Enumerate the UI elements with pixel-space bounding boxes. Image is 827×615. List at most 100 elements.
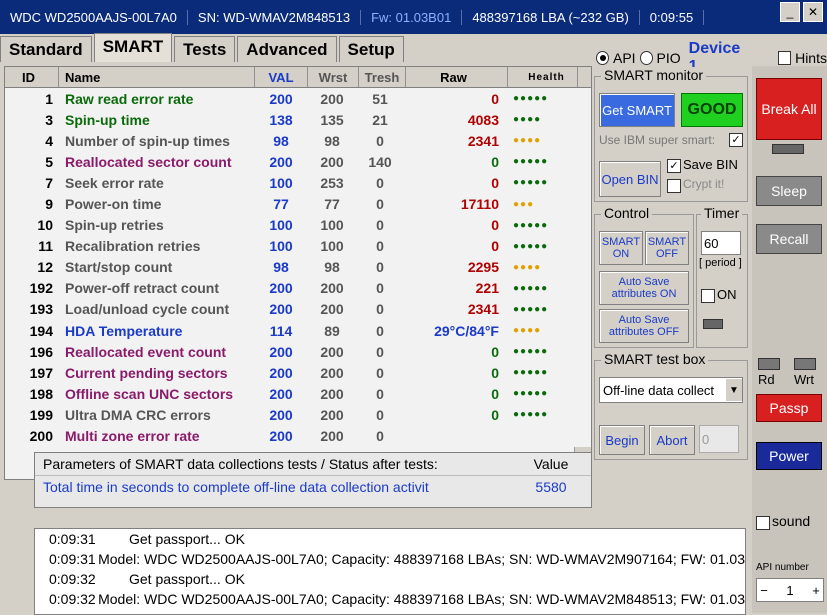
table-row[interactable]: 9 Power-on time 77 77 0 17110 ●●●: [5, 193, 591, 214]
table-row[interactable]: 198 Offline scan UNC sectors 200 200 0 0 ●●●●●: [5, 383, 591, 404]
attr-id: 7: [45, 174, 53, 191]
attr-val: 200: [269, 280, 293, 297]
attr-worst: 135: [320, 111, 344, 128]
timer-group: Timer 60 [ period ] ON: [696, 205, 748, 348]
pio-radio[interactable]: [639, 51, 653, 65]
break-all-button[interactable]: Break All: [756, 78, 822, 140]
attr-threshold: 140: [368, 153, 392, 170]
header-raw[interactable]: Raw: [406, 67, 508, 87]
close-icon[interactable]: ✕: [803, 2, 823, 22]
header-val[interactable]: VAL: [255, 67, 308, 87]
timer-period-label: [ period ]: [699, 257, 742, 269]
log-line: 0:09:31 Get passport... OK: [35, 529, 745, 549]
attr-threshold: 0: [376, 301, 384, 318]
tab-standard[interactable]: Standard: [0, 36, 92, 62]
chevron-down-icon[interactable]: ▼: [726, 379, 742, 401]
attr-val: 200: [269, 428, 293, 445]
attr-raw: 0: [491, 217, 499, 234]
autosave-on-button[interactable]: Auto Save attributes ON: [599, 271, 689, 305]
api-number-stepper[interactable]: − 1 +: [756, 578, 824, 602]
table-row[interactable]: 194 HDA Temperature 114 89 0 29°C/84°F ●●●●: [5, 320, 591, 341]
api-number-label: API number: [756, 562, 809, 573]
table-row[interactable]: 12 Start/stop count 98 98 0 2295 ●●●●: [5, 257, 591, 278]
tab-tests[interactable]: Tests: [174, 36, 236, 62]
power-button[interactable]: Power: [756, 442, 822, 470]
api-label: API: [612, 50, 636, 66]
attr-raw: 17110: [460, 196, 499, 213]
table-row[interactable]: 193 Load/unload cycle count 200 200 0 2341 ●●●…: [5, 299, 591, 320]
tab-advanced[interactable]: Advanced: [237, 36, 337, 62]
table-row[interactable]: 196 Reallocated event count 200 200 0 0 ●●●●●: [5, 341, 591, 362]
api-radio[interactable]: [596, 51, 609, 65]
ibm-smart-checkbox[interactable]: ✓: [729, 133, 743, 147]
drive-serial: SN: WD-WMAV2M848513: [188, 9, 362, 25]
wrt-label: Wrt: [794, 372, 814, 387]
attr-val: 100: [269, 238, 293, 255]
log-time: 0:09:32: [49, 571, 96, 587]
hints-label: Hints: [795, 50, 827, 66]
table-row[interactable]: 197 Current pending sectors 200 200 0 0 ●●●●●: [5, 362, 591, 383]
header-wrst[interactable]: Wrst: [308, 67, 359, 87]
attr-id: 200: [29, 428, 53, 445]
header-id[interactable]: ID: [5, 67, 59, 87]
log-line: 0:09:32 Model: WDC WD2500AAJS-00L7A0; Cap…: [35, 589, 745, 609]
table-row[interactable]: 200 Multi zone error rate 200 200 0: [5, 426, 591, 447]
clock: 0:09:55: [640, 9, 705, 25]
table-row[interactable]: 199 Ultra DMA CRC errors 200 200 0 0 ●●●●●: [5, 404, 591, 425]
attr-id: 11: [38, 238, 53, 255]
attr-worst: 200: [320, 280, 344, 297]
plus-icon[interactable]: +: [809, 583, 823, 598]
hints-checkbox[interactable]: [778, 51, 792, 65]
table-row[interactable]: 1 Raw read error rate 200 200 51 0 ●●●●●: [5, 88, 591, 109]
table-row[interactable]: 5 Reallocated sector count 200 200 140 0 ●●●●●: [5, 151, 591, 172]
header-health[interactable]: Health: [508, 67, 578, 87]
minimize-icon[interactable]: _: [780, 2, 800, 22]
header-tresh[interactable]: Tresh: [359, 67, 406, 87]
attr-threshold: 0: [376, 428, 384, 445]
table-row[interactable]: 4 Number of spin-up times 98 98 0 2341 ●●●●: [5, 130, 591, 151]
params-row[interactable]: Total time in seconds to complete off-li…: [35, 476, 591, 498]
smart-on-button[interactable]: SMART ON: [599, 231, 643, 265]
autosave-off-button[interactable]: Auto Save attributes OFF: [599, 309, 689, 343]
table-row[interactable]: 10 Spin-up retries 100 100 0 0 ●●●●●: [5, 215, 591, 236]
attr-worst: 98: [324, 132, 340, 149]
attr-health: ●●●●●: [513, 409, 549, 421]
timer-input[interactable]: 60: [701, 231, 741, 255]
sound-checkbox[interactable]: [756, 516, 770, 530]
sleep-button[interactable]: Sleep: [756, 176, 822, 206]
sound-label: sound: [772, 513, 811, 529]
attr-health: ●●●●●: [513, 156, 549, 168]
tab-smart[interactable]: SMART: [93, 33, 173, 62]
passp-button[interactable]: Passp: [756, 394, 822, 422]
log-text: Get passport... OK: [129, 531, 245, 547]
log-text: Model: WDC WD2500AAJS-00L7A0; Capacity: …: [98, 551, 745, 567]
timer-on-checkbox[interactable]: [701, 289, 715, 303]
test-type-select[interactable]: Off-line data collect ▼: [599, 377, 743, 403]
attr-worst: 98: [324, 259, 340, 276]
minus-icon[interactable]: −: [757, 583, 771, 598]
api-number-value: 1: [786, 582, 794, 598]
attr-raw: 0: [491, 238, 499, 255]
test-count-field: 0: [699, 425, 739, 453]
attr-raw: 0: [491, 406, 499, 423]
smart-off-button[interactable]: SMART OFF: [645, 231, 689, 265]
header-name[interactable]: Name: [59, 67, 255, 87]
event-log[interactable]: 0:09:31 Get passport... OK 0:09:31 Model: W…: [34, 528, 746, 615]
table-row[interactable]: 7 Seek error rate 100 253 0 0 ●●●●●: [5, 172, 591, 193]
begin-button[interactable]: Begin: [599, 425, 645, 455]
get-smart-button[interactable]: Get SMART: [599, 93, 675, 127]
save-bin-checkbox[interactable]: ✓: [667, 159, 681, 173]
recall-button[interactable]: Recall: [756, 224, 822, 254]
attr-name: Reallocated event count: [65, 343, 227, 360]
tab-setup[interactable]: Setup: [338, 36, 404, 62]
table-row[interactable]: 3 Spin-up time 138 135 21 4083 ●●●●: [5, 109, 591, 130]
abort-button[interactable]: Abort: [649, 425, 695, 455]
table-row[interactable]: 11 Recalibration retries 100 100 0 0 ●●●●●: [5, 236, 591, 257]
attr-id: 10: [37, 217, 53, 234]
open-bin-button[interactable]: Open BIN: [599, 161, 661, 197]
attr-name: Multi zone error rate: [65, 428, 200, 445]
attr-threshold: 0: [376, 259, 384, 276]
table-row[interactable]: 192 Power-off retract count 200 200 0 221 ●●●●…: [5, 278, 591, 299]
crypt-checkbox[interactable]: [667, 179, 681, 193]
attr-name: Load/unload cycle count: [65, 301, 230, 318]
